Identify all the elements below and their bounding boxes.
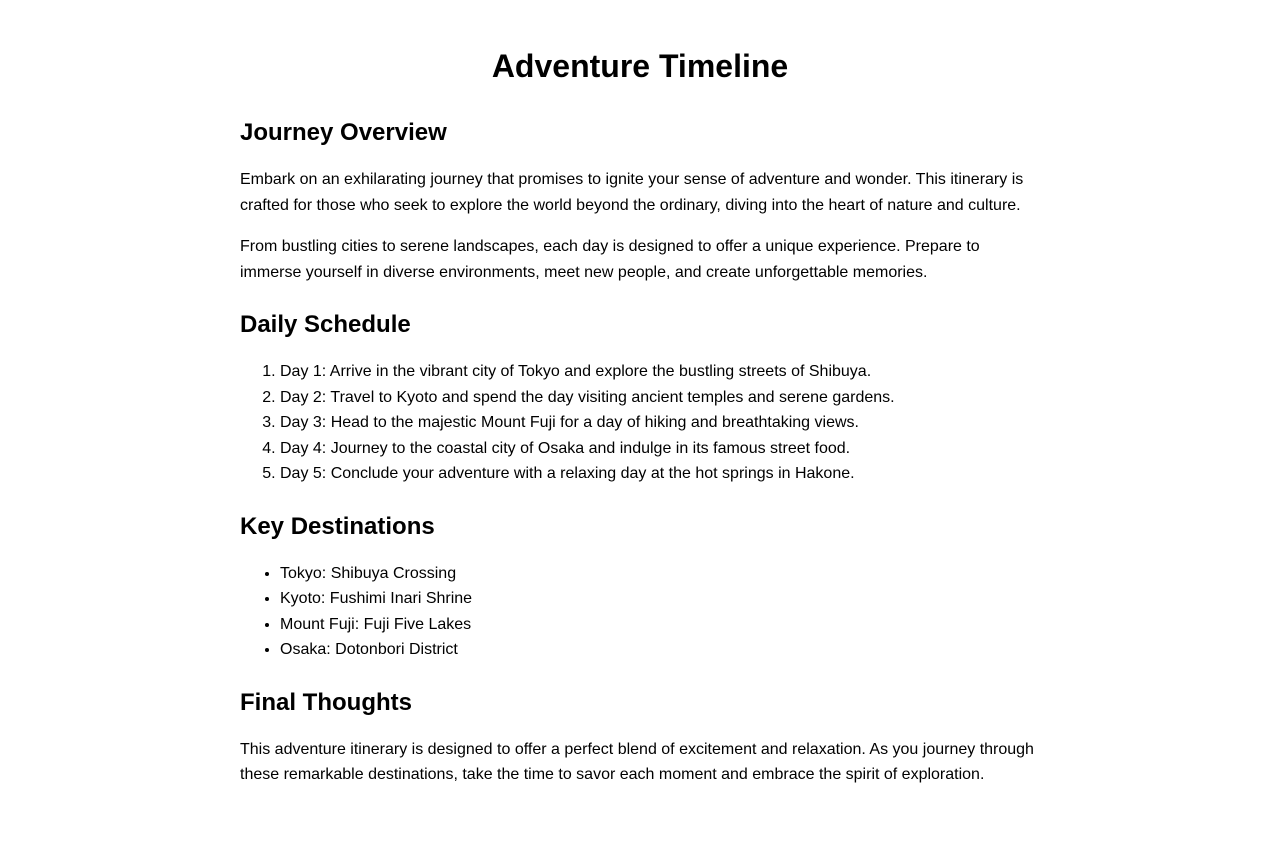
journey-overview-section: Journey Overview Embark on an exhilarati…	[240, 119, 1040, 285]
list-item: Mount Fuji: Fuji Five Lakes	[280, 612, 1040, 638]
overview-paragraph: Embark on an exhilarating journey that p…	[240, 171, 1024, 214]
document-page: Adventure Timeline Journey Overview Emba…	[240, 0, 1040, 788]
list-item: Osaka: Dotonbori District	[280, 637, 1040, 663]
list-item: Tokyo: Shibuya Crossing	[280, 561, 1040, 587]
section-heading-final-thoughts: Final Thoughts	[240, 688, 412, 716]
list-item: Day 5: Conclude your adventure with a re…	[280, 461, 1040, 487]
list-item: Kyoto: Fushimi Inari Shrine	[280, 586, 1040, 612]
list-item: Day 3: Head to the majestic Mount Fuji f…	[280, 410, 1040, 436]
list-item: Day 2: Travel to Kyoto and spend the day…	[280, 385, 1040, 411]
page-title: Adventure Timeline	[491, 48, 789, 84]
key-destinations-section: Key Destinations Tokyo: Shibuya Crossing…	[240, 513, 1040, 663]
final-paragraph: This adventure itinerary is designed to …	[240, 740, 1034, 784]
daily-schedule-list: Day 1: Arrive in the vibrant city of Tok…	[240, 359, 1040, 487]
final-thoughts-section: Final Thoughts This adventure itinerary …	[240, 689, 1040, 788]
overview-paragraph: From bustling cities to serene landscape…	[240, 238, 980, 281]
section-heading-key-destinations: Key Destinations	[240, 512, 435, 540]
section-heading-daily-schedule: Daily Schedule	[240, 311, 411, 338]
section-heading-journey-overview: Journey Overview	[240, 119, 447, 146]
key-destinations-list: Tokyo: Shibuya Crossing Kyoto: Fushimi I…	[240, 561, 1040, 663]
list-item: Day 4: Journey to the coastal city of Os…	[280, 436, 1040, 462]
list-item: Day 1: Arrive in the vibrant city of Tok…	[280, 359, 1040, 385]
daily-schedule-section: Daily Schedule Day 1: Arrive in the vibr…	[240, 311, 1040, 487]
